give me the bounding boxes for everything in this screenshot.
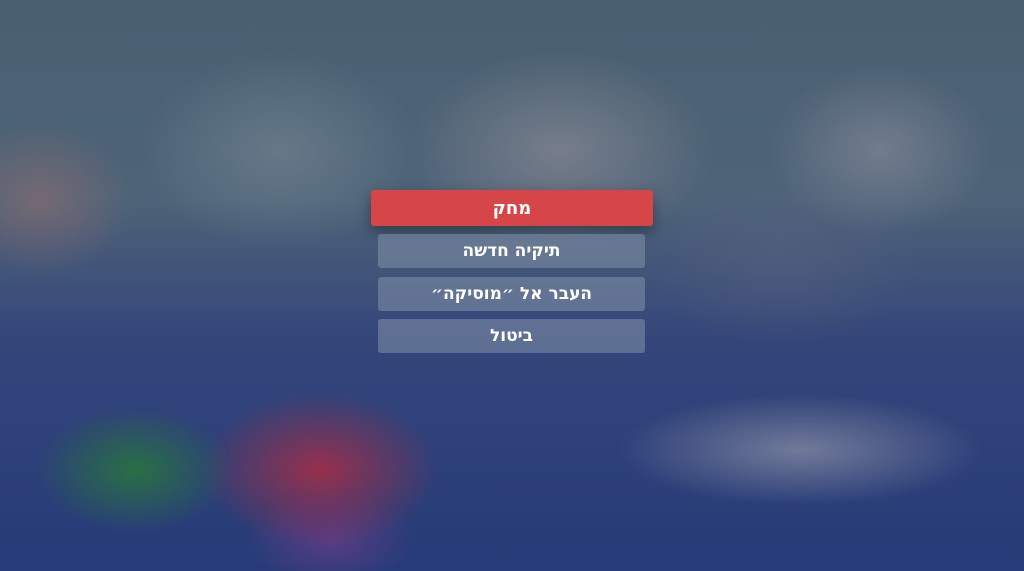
move-to-music-button[interactable]: העבר אל ״מוסיקה״ — [378, 277, 645, 311]
new-folder-button-label: תיקיה חדשה — [462, 241, 561, 261]
new-folder-button[interactable]: תיקיה חדשה — [378, 234, 645, 268]
cancel-button[interactable]: ביטול — [378, 319, 645, 353]
delete-button-label: מחק — [492, 197, 532, 219]
action-menu: מחק תיקיה חדשה העבר אל ״מוסיקה״ ביטול — [0, 0, 1024, 571]
move-to-music-button-label: העבר אל ״מוסיקה״ — [430, 284, 593, 304]
cancel-button-label: ביטול — [489, 326, 534, 346]
delete-button[interactable]: מחק — [371, 190, 653, 226]
